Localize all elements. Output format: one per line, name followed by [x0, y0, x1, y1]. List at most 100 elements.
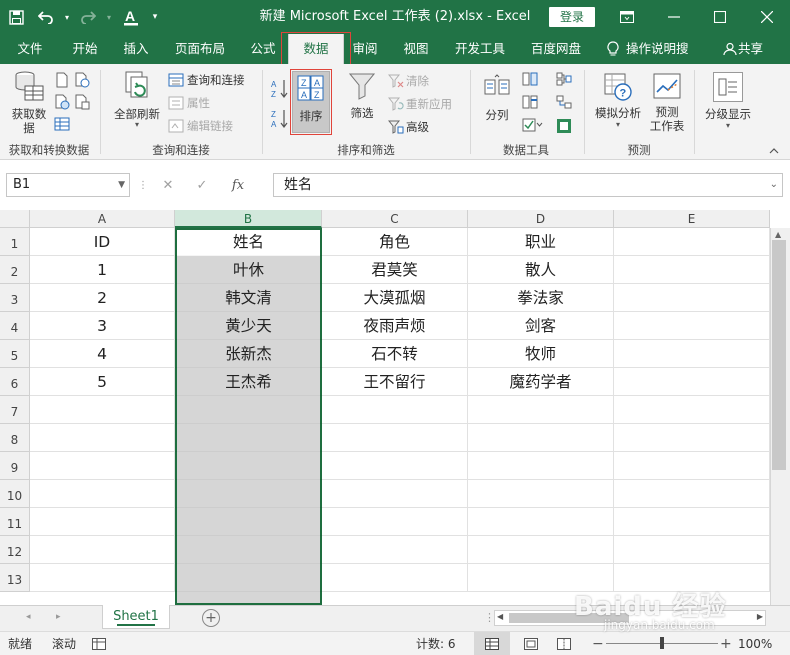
column-header-b[interactable]: B	[175, 210, 322, 228]
manage-data-model-icon[interactable]	[556, 118, 572, 134]
prev-sheet-icon[interactable]: ◂	[26, 612, 31, 622]
cell-e2[interactable]	[614, 256, 770, 284]
formula-input[interactable]: 姓名 ⌄	[273, 173, 783, 197]
cell-e9[interactable]	[614, 452, 770, 480]
tell-me-search[interactable]: 操作说明搜	[626, 34, 700, 64]
tab-baidu-netdisk[interactable]: 百度网盘	[522, 34, 590, 64]
sheet-tab-sheet1[interactable]: Sheet1	[102, 605, 170, 629]
cell-b9[interactable]	[175, 452, 322, 480]
recent-sources-icon[interactable]	[74, 72, 90, 88]
cell-c8[interactable]	[322, 424, 468, 452]
next-sheet-icon[interactable]: ▸	[56, 612, 61, 622]
filter-button[interactable]: 筛选	[342, 72, 382, 121]
zoom-in-icon[interactable]: +	[720, 632, 732, 655]
tab-developer[interactable]: 开发工具	[448, 34, 512, 64]
page-break-view-icon[interactable]	[557, 632, 571, 655]
name-box-dropdown-icon[interactable]: ▼	[118, 174, 125, 196]
consolidate-icon[interactable]	[556, 72, 572, 86]
save-icon[interactable]	[0, 2, 32, 32]
cell-e8[interactable]	[614, 424, 770, 452]
what-if-analysis-button[interactable]: ? 模拟分析 ▾	[590, 72, 646, 129]
cell-b13[interactable]	[175, 564, 322, 592]
name-box[interactable]: B1 ▼	[6, 173, 130, 197]
tab-home[interactable]: 开始	[63, 34, 107, 64]
font-color-icon[interactable]: A	[116, 2, 146, 32]
tab-data[interactable]: 数据	[288, 34, 344, 64]
cell-d13[interactable]	[468, 564, 614, 592]
column-header-a[interactable]: A	[30, 210, 175, 228]
cell-a11[interactable]	[30, 508, 175, 536]
close-icon[interactable]	[744, 0, 790, 34]
column-header-c[interactable]: C	[322, 210, 468, 228]
cell-b12[interactable]	[175, 536, 322, 564]
row-header-7[interactable]: 7	[0, 396, 30, 424]
row-header-4[interactable]: 4	[0, 312, 30, 340]
cell-b5[interactable]: 张新杰	[175, 340, 322, 368]
cancel-icon[interactable]: ✕	[151, 178, 185, 193]
from-web-icon[interactable]	[54, 94, 70, 110]
cell-c10[interactable]	[322, 480, 468, 508]
horizontal-scroll-thumb[interactable]	[509, 613, 629, 623]
tab-formulas[interactable]: 公式	[242, 34, 284, 64]
cell-a6[interactable]: 5	[30, 368, 175, 396]
cell-b8[interactable]	[175, 424, 322, 452]
normal-view-icon[interactable]	[474, 632, 510, 655]
edit-links-button[interactable]: 编辑链接	[168, 118, 233, 134]
macro-record-icon[interactable]	[92, 632, 106, 655]
cell-a12[interactable]	[30, 536, 175, 564]
cell-d3[interactable]: 拳法家	[468, 284, 614, 312]
cell-a10[interactable]	[30, 480, 175, 508]
cell-c2[interactable]: 君莫笑	[322, 256, 468, 284]
reapply-button[interactable]: 重新应用	[388, 96, 452, 112]
advanced-filter-button[interactable]: 高级	[388, 119, 429, 135]
vertical-scroll-thumb[interactable]	[772, 240, 786, 470]
cell-d6[interactable]: 魔药学者	[468, 368, 614, 396]
row-header-6[interactable]: 6	[0, 368, 30, 396]
scroll-up-icon[interactable]: ▲	[775, 230, 781, 239]
from-table-icon[interactable]	[54, 116, 70, 132]
cell-c11[interactable]	[322, 508, 468, 536]
sort-az-icon[interactable]: AZ	[271, 78, 289, 100]
undo-icon[interactable]	[32, 2, 60, 32]
cell-e5[interactable]	[614, 340, 770, 368]
cell-c9[interactable]	[322, 452, 468, 480]
redo-icon[interactable]	[74, 2, 102, 32]
cell-e4[interactable]	[614, 312, 770, 340]
cell-e12[interactable]	[614, 536, 770, 564]
scroll-right-icon[interactable]: ▶	[757, 612, 763, 621]
cell-c12[interactable]	[322, 536, 468, 564]
collapse-ribbon-icon[interactable]	[769, 148, 779, 154]
from-text-icon[interactable]	[54, 72, 70, 88]
scroll-left-icon[interactable]: ◀	[497, 612, 503, 621]
tab-file[interactable]: 文件	[8, 34, 52, 64]
row-header-2[interactable]: 2	[0, 256, 30, 284]
remove-duplicates-icon[interactable]	[522, 95, 538, 109]
zoom-level[interactable]: 100%	[738, 632, 772, 655]
cell-a1[interactable]: ID	[30, 228, 175, 256]
sort-button[interactable]: ZAAZ 排序	[292, 71, 330, 133]
row-header-1[interactable]: 1	[0, 228, 30, 256]
cell-c3[interactable]: 大漠孤烟	[322, 284, 468, 312]
select-all-corner[interactable]	[0, 210, 30, 228]
cell-b4[interactable]: 黄少天	[175, 312, 322, 340]
clear-filter-button[interactable]: 清除	[388, 73, 429, 89]
cell-b6[interactable]: 王杰希	[175, 368, 322, 396]
cell-a2[interactable]: 1	[30, 256, 175, 284]
row-header-11[interactable]: 11	[0, 508, 30, 536]
cell-d2[interactable]: 散人	[468, 256, 614, 284]
cell-e6[interactable]	[614, 368, 770, 396]
cell-d12[interactable]	[468, 536, 614, 564]
cell-b2[interactable]: 叶休	[175, 256, 322, 284]
row-header-8[interactable]: 8	[0, 424, 30, 452]
cell-e11[interactable]	[614, 508, 770, 536]
cell-e3[interactable]	[614, 284, 770, 312]
cell-c13[interactable]	[322, 564, 468, 592]
refresh-all-button[interactable]: 全部刷新 ▾	[108, 70, 166, 129]
text-to-columns-button[interactable]: 分列	[478, 74, 516, 123]
cell-c4[interactable]: 夜雨声烦	[322, 312, 468, 340]
row-header-13[interactable]: 13	[0, 564, 30, 592]
cell-e10[interactable]	[614, 480, 770, 508]
relationships-icon[interactable]	[556, 95, 572, 109]
new-sheet-icon[interactable]: +	[202, 609, 220, 627]
cell-a4[interactable]: 3	[30, 312, 175, 340]
